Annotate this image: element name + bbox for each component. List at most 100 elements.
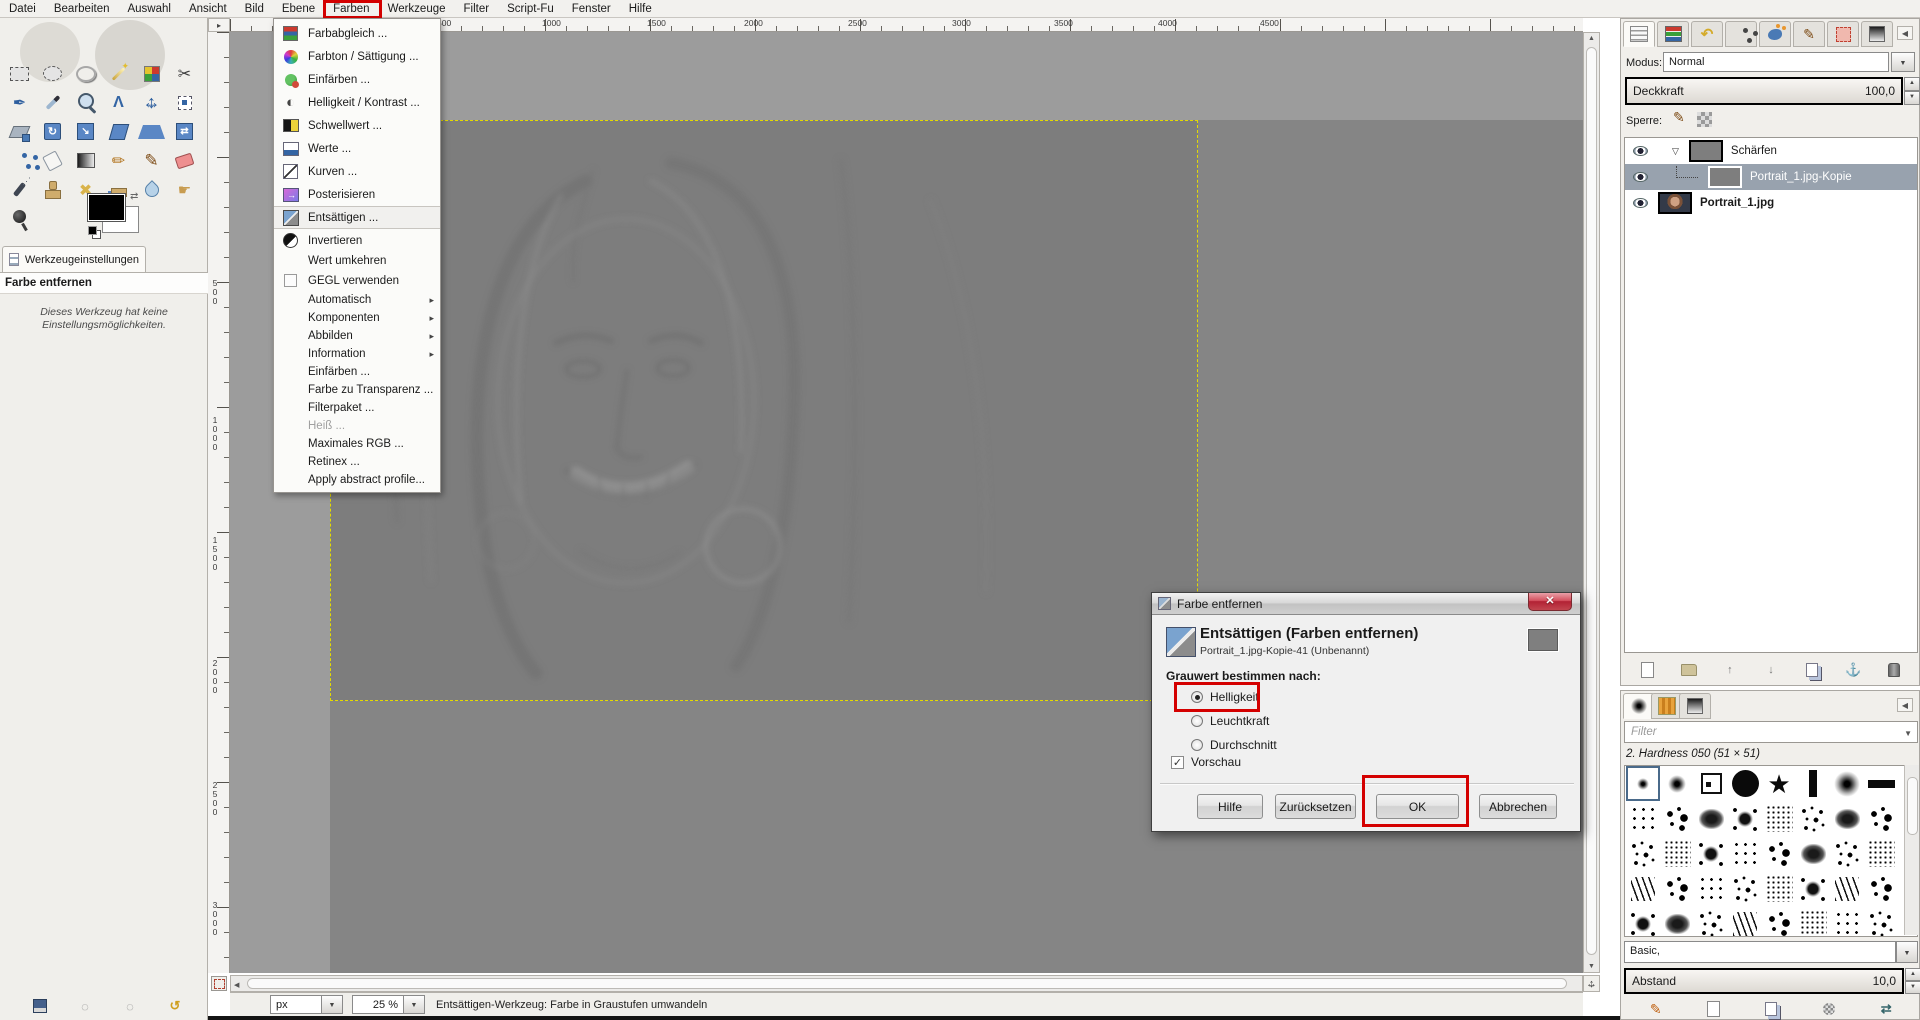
colors-menu-item[interactable]: Werte ... (274, 137, 440, 160)
tool-button[interactable] (105, 118, 132, 145)
layer-action-button[interactable] (1759, 659, 1783, 681)
colors-menu-item[interactable]: Komponenten ▸ (274, 309, 440, 327)
tool-button[interactable] (72, 89, 99, 116)
spin-up-icon[interactable]: ▲ (1904, 77, 1920, 91)
tool-button[interactable] (171, 89, 198, 116)
dock-tab[interactable] (1623, 21, 1655, 47)
visibility-eye-icon[interactable] (1633, 198, 1648, 208)
scroll-left-icon[interactable]: ◀ (234, 981, 239, 989)
colors-menu-item[interactable]: Kurven ... (274, 160, 440, 183)
dialog-button[interactable]: OK (1376, 794, 1459, 819)
scroll-up-icon[interactable]: ▲ (1584, 35, 1599, 42)
collapse-icon[interactable]: ◀ (1897, 698, 1913, 712)
brush-cell[interactable] (1830, 906, 1864, 937)
restore-preset-button[interactable] (77, 998, 93, 1014)
tool-button[interactable] (39, 147, 66, 174)
tool-button[interactable] (171, 176, 198, 203)
vertical-scrollbar-thumb[interactable] (1586, 47, 1597, 955)
tool-button[interactable] (6, 60, 33, 87)
colors-menu-item[interactable]: Invertieren (274, 229, 440, 252)
colors-menu-item[interactable]: Entsättigen ... (274, 206, 440, 229)
brush-cell[interactable] (1694, 871, 1728, 906)
menu-item[interactable]: Bild (236, 1, 273, 17)
layer-action-button[interactable] (1718, 659, 1742, 681)
layer-action-button[interactable] (1800, 659, 1824, 681)
brush-cell[interactable] (1660, 871, 1694, 906)
colors-menu-item[interactable]: Schwellwert ... (274, 114, 440, 137)
brush-cell[interactable] (1626, 836, 1660, 871)
tool-button[interactable] (6, 176, 33, 203)
menu-item[interactable]: Auswahl (118, 1, 179, 17)
visibility-eye-icon[interactable] (1633, 146, 1648, 156)
tool-button[interactable] (105, 147, 132, 174)
colors-menu-item[interactable]: Einfärben ... (274, 363, 440, 381)
menu-item[interactable]: Hilfe (620, 1, 661, 17)
spin-up-icon[interactable]: ▲ (1905, 968, 1920, 981)
brush-cell[interactable] (1626, 801, 1660, 836)
tool-button[interactable] (171, 118, 198, 145)
dock-tab[interactable] (1827, 21, 1859, 47)
colors-menu-item[interactable]: Maximales RGB ... (274, 435, 440, 453)
brush-cell[interactable] (1694, 906, 1728, 937)
radio-icon[interactable] (1191, 691, 1203, 703)
colors-menu-item[interactable]: Filterpaket ... (274, 399, 440, 417)
colors-menu-item[interactable]: Heiß ... (274, 417, 440, 435)
layer-boundary[interactable] (330, 120, 1198, 701)
scroll-down-icon[interactable]: ▼ (1584, 963, 1599, 970)
layer-thumbnail[interactable] (1689, 140, 1723, 162)
brush-cell[interactable] (1864, 871, 1898, 906)
tool-button[interactable] (138, 118, 165, 145)
brush-action-button[interactable] (1817, 998, 1841, 1020)
brush-action-button[interactable] (1759, 998, 1783, 1020)
brush-cell[interactable] (1864, 906, 1898, 937)
tool-button[interactable] (72, 147, 99, 174)
spin-down-icon[interactable]: ▼ (1904, 91, 1920, 105)
layer-row[interactable]: Portrait_1.jpg-Kopie (1625, 164, 1917, 190)
brush-cell[interactable] (1830, 836, 1864, 871)
default-colors-icon[interactable] (88, 226, 100, 238)
brush-cell[interactable] (1762, 801, 1796, 836)
colors-menu-item[interactable]: Farbe zu Transparenz ... (274, 381, 440, 399)
brush-cell[interactable] (1830, 801, 1864, 836)
dialog-button[interactable]: Hilfe (1197, 794, 1263, 819)
tool-button[interactable] (171, 147, 198, 174)
layer-name[interactable]: Schärfen (1731, 145, 1777, 157)
colors-menu-item[interactable]: GEGL verwenden (274, 270, 440, 291)
brush-cell[interactable] (1762, 836, 1796, 871)
menu-item[interactable]: Ansicht (180, 1, 236, 17)
brush-cell[interactable] (1796, 871, 1830, 906)
brush-cell[interactable] (1762, 906, 1796, 937)
brush-cell[interactable] (1694, 836, 1728, 871)
brush-cell[interactable] (1762, 766, 1796, 801)
brush-cell[interactable] (1864, 836, 1898, 871)
brush-cell[interactable] (1762, 871, 1796, 906)
brush-cell[interactable] (1728, 766, 1762, 801)
colors-menu-item[interactable]: Farbton / Sättigung ... (274, 45, 440, 68)
collapse-icon[interactable]: ◀ (1897, 26, 1913, 40)
radio-icon[interactable] (1191, 715, 1203, 727)
brush-group-combo[interactable]: Basic, (1624, 941, 1896, 963)
radio-row[interactable]: Helligkeit (1191, 685, 1277, 709)
tool-button[interactable] (72, 60, 99, 87)
brush-cell[interactable] (1796, 801, 1830, 836)
menu-item[interactable]: Ebene (273, 1, 324, 17)
ruler-corner-menu-button[interactable]: ▸ (208, 18, 230, 32)
brush-cell[interactable] (1626, 766, 1660, 801)
quickmask-toggle[interactable] (211, 976, 227, 991)
dock-tab[interactable] (1861, 21, 1893, 47)
brush-action-button[interactable] (1701, 998, 1725, 1020)
brush-action-button[interactable] (1874, 998, 1898, 1020)
menu-item[interactable]: Datei (0, 1, 45, 17)
opacity-slider[interactable]: Deckkraft 100,0 (1625, 77, 1903, 105)
brush-cell[interactable] (1660, 801, 1694, 836)
preview-option[interactable]: ✓ Vorschau (1171, 755, 1241, 769)
close-button[interactable]: ✕ (1528, 593, 1572, 611)
brush-cell[interactable] (1864, 766, 1898, 801)
brush-cell[interactable] (1694, 766, 1728, 801)
tool-button[interactable] (138, 60, 165, 87)
dock-tab[interactable] (1793, 21, 1825, 47)
layer-action-button[interactable] (1882, 659, 1906, 681)
tool-button[interactable] (138, 147, 165, 174)
tool-button[interactable] (39, 60, 66, 87)
tool-button[interactable] (6, 89, 33, 116)
